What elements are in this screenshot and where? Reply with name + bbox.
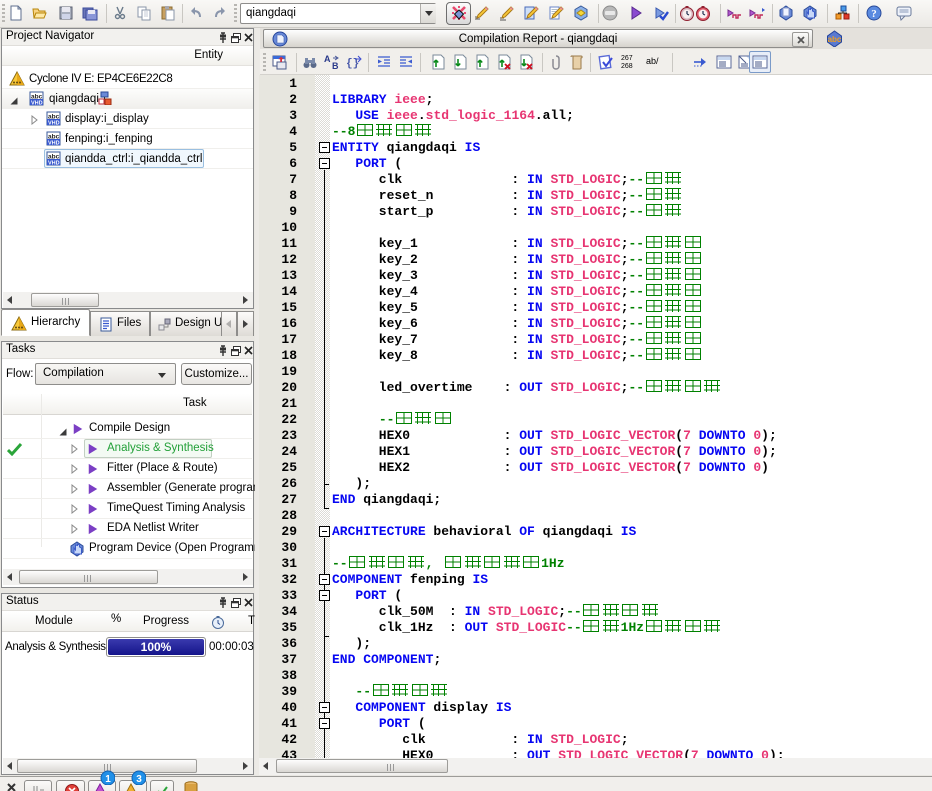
svg-text:A: A (324, 54, 331, 64)
svg-text:VHD: VHD (31, 101, 43, 107)
svg-text:abc: abc (828, 35, 842, 44)
svg-text:B: B (332, 61, 339, 70)
svg-text:{}: {} (346, 58, 359, 70)
svg-text:1: 1 (105, 774, 111, 785)
svg-text:abc: abc (48, 114, 60, 121)
svg-text:?: ? (871, 8, 877, 20)
svg-text:3: 3 (136, 774, 142, 785)
svg-text:ab/: ab/ (646, 56, 659, 66)
svg-text:VHD: VHD (48, 161, 60, 167)
svg-text:VHD: VHD (48, 141, 60, 147)
svg-text:abc: abc (48, 154, 60, 161)
svg-text:abc: abc (48, 134, 60, 141)
svg-text:VHD: VHD (48, 121, 60, 127)
svg-text:268: 268 (621, 63, 633, 70)
svg-text:267: 267 (621, 55, 633, 62)
svg-text:abc: abc (31, 94, 43, 101)
